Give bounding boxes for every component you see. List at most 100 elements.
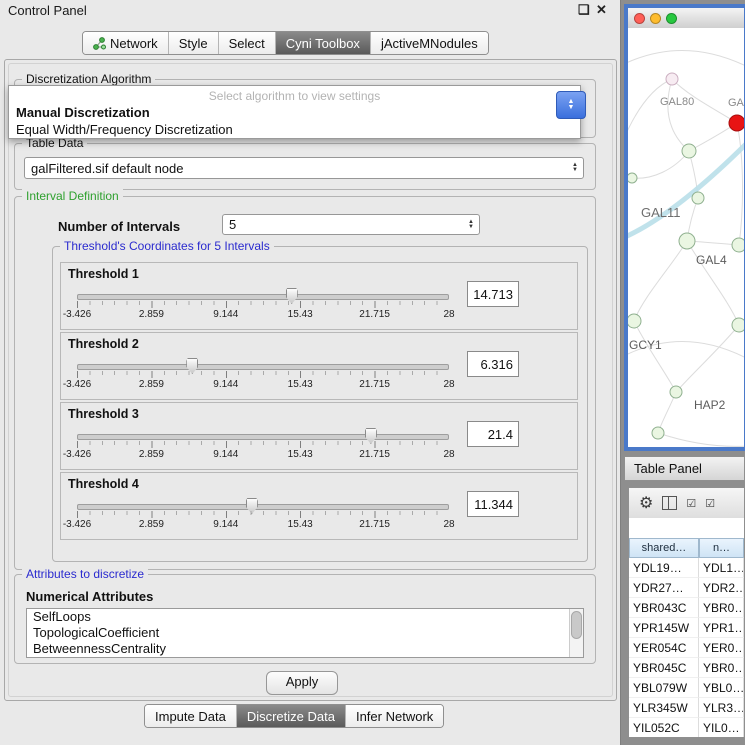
table-cell[interactable]: YDL19… (629, 558, 699, 578)
dropdown-option-manual-discretization[interactable]: Manual Discretization (9, 104, 580, 121)
scrollbar[interactable] (569, 609, 583, 657)
table-row[interactable]: YDL19… YDL1… (629, 558, 744, 578)
node[interactable] (679, 233, 695, 249)
tab-network[interactable]: Network (83, 32, 168, 54)
table-cell[interactable]: YIL052C (629, 718, 699, 737)
checkbox-icon[interactable]: ☑ (686, 497, 696, 510)
table-row[interactable]: YER054C YER0… (629, 638, 744, 658)
tick-label: -3.426 (63, 309, 91, 320)
tab-label: Impute Data (155, 709, 226, 724)
tab-jactivemnodules[interactable]: jActiveMNodules (370, 32, 488, 54)
table-cell[interactable]: YLR3… (699, 698, 744, 718)
minimize-traffic-light-icon[interactable] (650, 13, 661, 24)
table-header-row: shared… n… (629, 538, 744, 558)
table-blank-strip (629, 518, 744, 538)
gear-icon[interactable]: ⚙ (639, 493, 653, 513)
checkbox-icon[interactable]: ☑ (705, 497, 715, 510)
tab-select[interactable]: Select (218, 32, 275, 54)
columns-icon[interactable] (662, 496, 677, 510)
tab-label: Infer Network (356, 709, 433, 724)
list-item[interactable]: BetweennessCentrality (27, 641, 583, 657)
tab-style[interactable]: Style (168, 32, 218, 54)
node[interactable] (692, 192, 704, 204)
table-cell[interactable]: YIL0… (699, 718, 744, 737)
node[interactable] (666, 73, 678, 85)
table-body: YDL19… YDL1… YDR27… YDR2… YBR043C YBR0… … (629, 558, 744, 737)
algorithm-combobox-stepper-icon[interactable]: ▲▼ (556, 91, 586, 119)
float-window-icon[interactable]: ❏ (578, 2, 590, 18)
table-row[interactable]: YBR043C YBR0… (629, 598, 744, 618)
table-cell[interactable]: YPR1… (699, 618, 744, 638)
slider-track[interactable] (77, 434, 449, 440)
tick-label: 2.859 (139, 519, 164, 530)
slider-track[interactable] (77, 294, 449, 300)
slider-track[interactable] (77, 364, 449, 370)
slider-tick-labels: -3.426 2.859 9.144 15.43 21.715 28 (77, 519, 449, 531)
node-label: GAL4 (696, 253, 727, 267)
close-traffic-light-icon[interactable] (634, 13, 645, 24)
number-of-intervals-combobox[interactable]: 5 ▲▼ (222, 214, 480, 235)
table-cell[interactable]: YPR145W (629, 618, 699, 638)
table-row[interactable]: YBR045C YBR0… (629, 658, 744, 678)
network-canvas[interactable]: GAL80 GA GAL11 GAL4 GCY1 HAP2 (628, 28, 744, 447)
tab-discretize-data[interactable]: Discretize Data (236, 705, 345, 727)
column-header-name[interactable]: n… (699, 538, 744, 558)
column-header-shared-name[interactable]: shared… (629, 538, 699, 558)
table-cell[interactable]: YBR0… (699, 658, 744, 678)
table-cell[interactable]: YDR27… (629, 578, 699, 598)
table-cell[interactable]: YBL079W (629, 678, 699, 698)
table-cell[interactable]: YBR045C (629, 658, 699, 678)
bottom-tabbar: Impute Data Discretize Data Infer Networ… (144, 704, 444, 728)
table-cell[interactable]: YBR0… (699, 598, 744, 618)
close-icon[interactable]: ✕ (596, 2, 607, 18)
table-row[interactable]: YLR345W YLR3… (629, 698, 744, 718)
threshold-value-field[interactable]: 21.4 (467, 421, 519, 447)
threshold-label: Threshold 4 (68, 477, 139, 491)
scrollbar-thumb[interactable] (571, 611, 582, 639)
node[interactable] (670, 386, 682, 398)
threshold-value-field[interactable]: 6.316 (467, 351, 519, 377)
table-cell[interactable]: YER0… (699, 638, 744, 658)
table-row[interactable]: YPR145W YPR1… (629, 618, 744, 638)
table-cell[interactable]: YBR043C (629, 598, 699, 618)
tab-impute-data[interactable]: Impute Data (145, 705, 236, 727)
table-data-combobox[interactable]: galFiltered.sif default node ▲▼ (24, 157, 584, 179)
tab-cyni-toolbox[interactable]: Cyni Toolbox (275, 32, 370, 54)
tab-infer-network[interactable]: Infer Network (345, 705, 443, 727)
slider-ticks (77, 441, 449, 448)
node[interactable] (732, 238, 744, 252)
slider-track[interactable] (77, 504, 449, 510)
threshold-value-field[interactable]: 11.344 (467, 491, 519, 517)
dropdown-option-equal-width[interactable]: Equal Width/Frequency Discretization (9, 121, 580, 138)
threshold-value-field[interactable]: 14.713 (467, 281, 519, 307)
selected-node[interactable] (729, 115, 744, 131)
node[interactable] (732, 318, 744, 332)
table-row[interactable]: YBL079W YBL0… (629, 678, 744, 698)
threshold-panel: Threshold 1 -3.426 2.859 9.144 15.43 21.… (60, 262, 578, 330)
table-row[interactable]: YDR27… YDR2… (629, 578, 744, 598)
zoom-traffic-light-icon[interactable] (666, 13, 677, 24)
apply-button[interactable]: Apply (266, 671, 338, 695)
threshold-slider[interactable]: -3.426 2.859 9.144 15.43 21.715 28 (67, 427, 459, 465)
list-item[interactable]: TopologicalCoefficient (27, 625, 583, 641)
node[interactable] (652, 427, 664, 439)
network-window-titlebar[interactable] (628, 8, 744, 29)
tick-label: 2.859 (139, 379, 164, 390)
threshold-slider[interactable]: -3.426 2.859 9.144 15.43 21.715 28 (67, 357, 459, 395)
screen: Control Panel ❏ ✕ Network Style Select C… (0, 0, 745, 745)
table-cell[interactable]: YER054C (629, 638, 699, 658)
table-cell[interactable]: YLR345W (629, 698, 699, 718)
threshold-panel: Threshold 4 -3.426 2.859 9.144 15.43 21.… (60, 472, 578, 540)
node[interactable] (682, 144, 696, 158)
tick-label: 15.43 (288, 379, 313, 390)
tab-label: Select (229, 36, 265, 51)
table-row[interactable]: YIL052C YIL0… (629, 718, 744, 737)
node[interactable] (628, 314, 641, 328)
threshold-slider[interactable]: -3.426 2.859 9.144 15.43 21.715 28 (67, 497, 459, 535)
table-cell[interactable]: YBL0… (699, 678, 744, 698)
node[interactable] (628, 173, 637, 183)
list-item[interactable]: SelfLoops (27, 609, 583, 625)
threshold-slider[interactable]: -3.426 2.859 9.144 15.43 21.715 28 (67, 287, 459, 325)
table-cell[interactable]: YDR2… (699, 578, 744, 598)
table-cell[interactable]: YDL1… (699, 558, 744, 578)
